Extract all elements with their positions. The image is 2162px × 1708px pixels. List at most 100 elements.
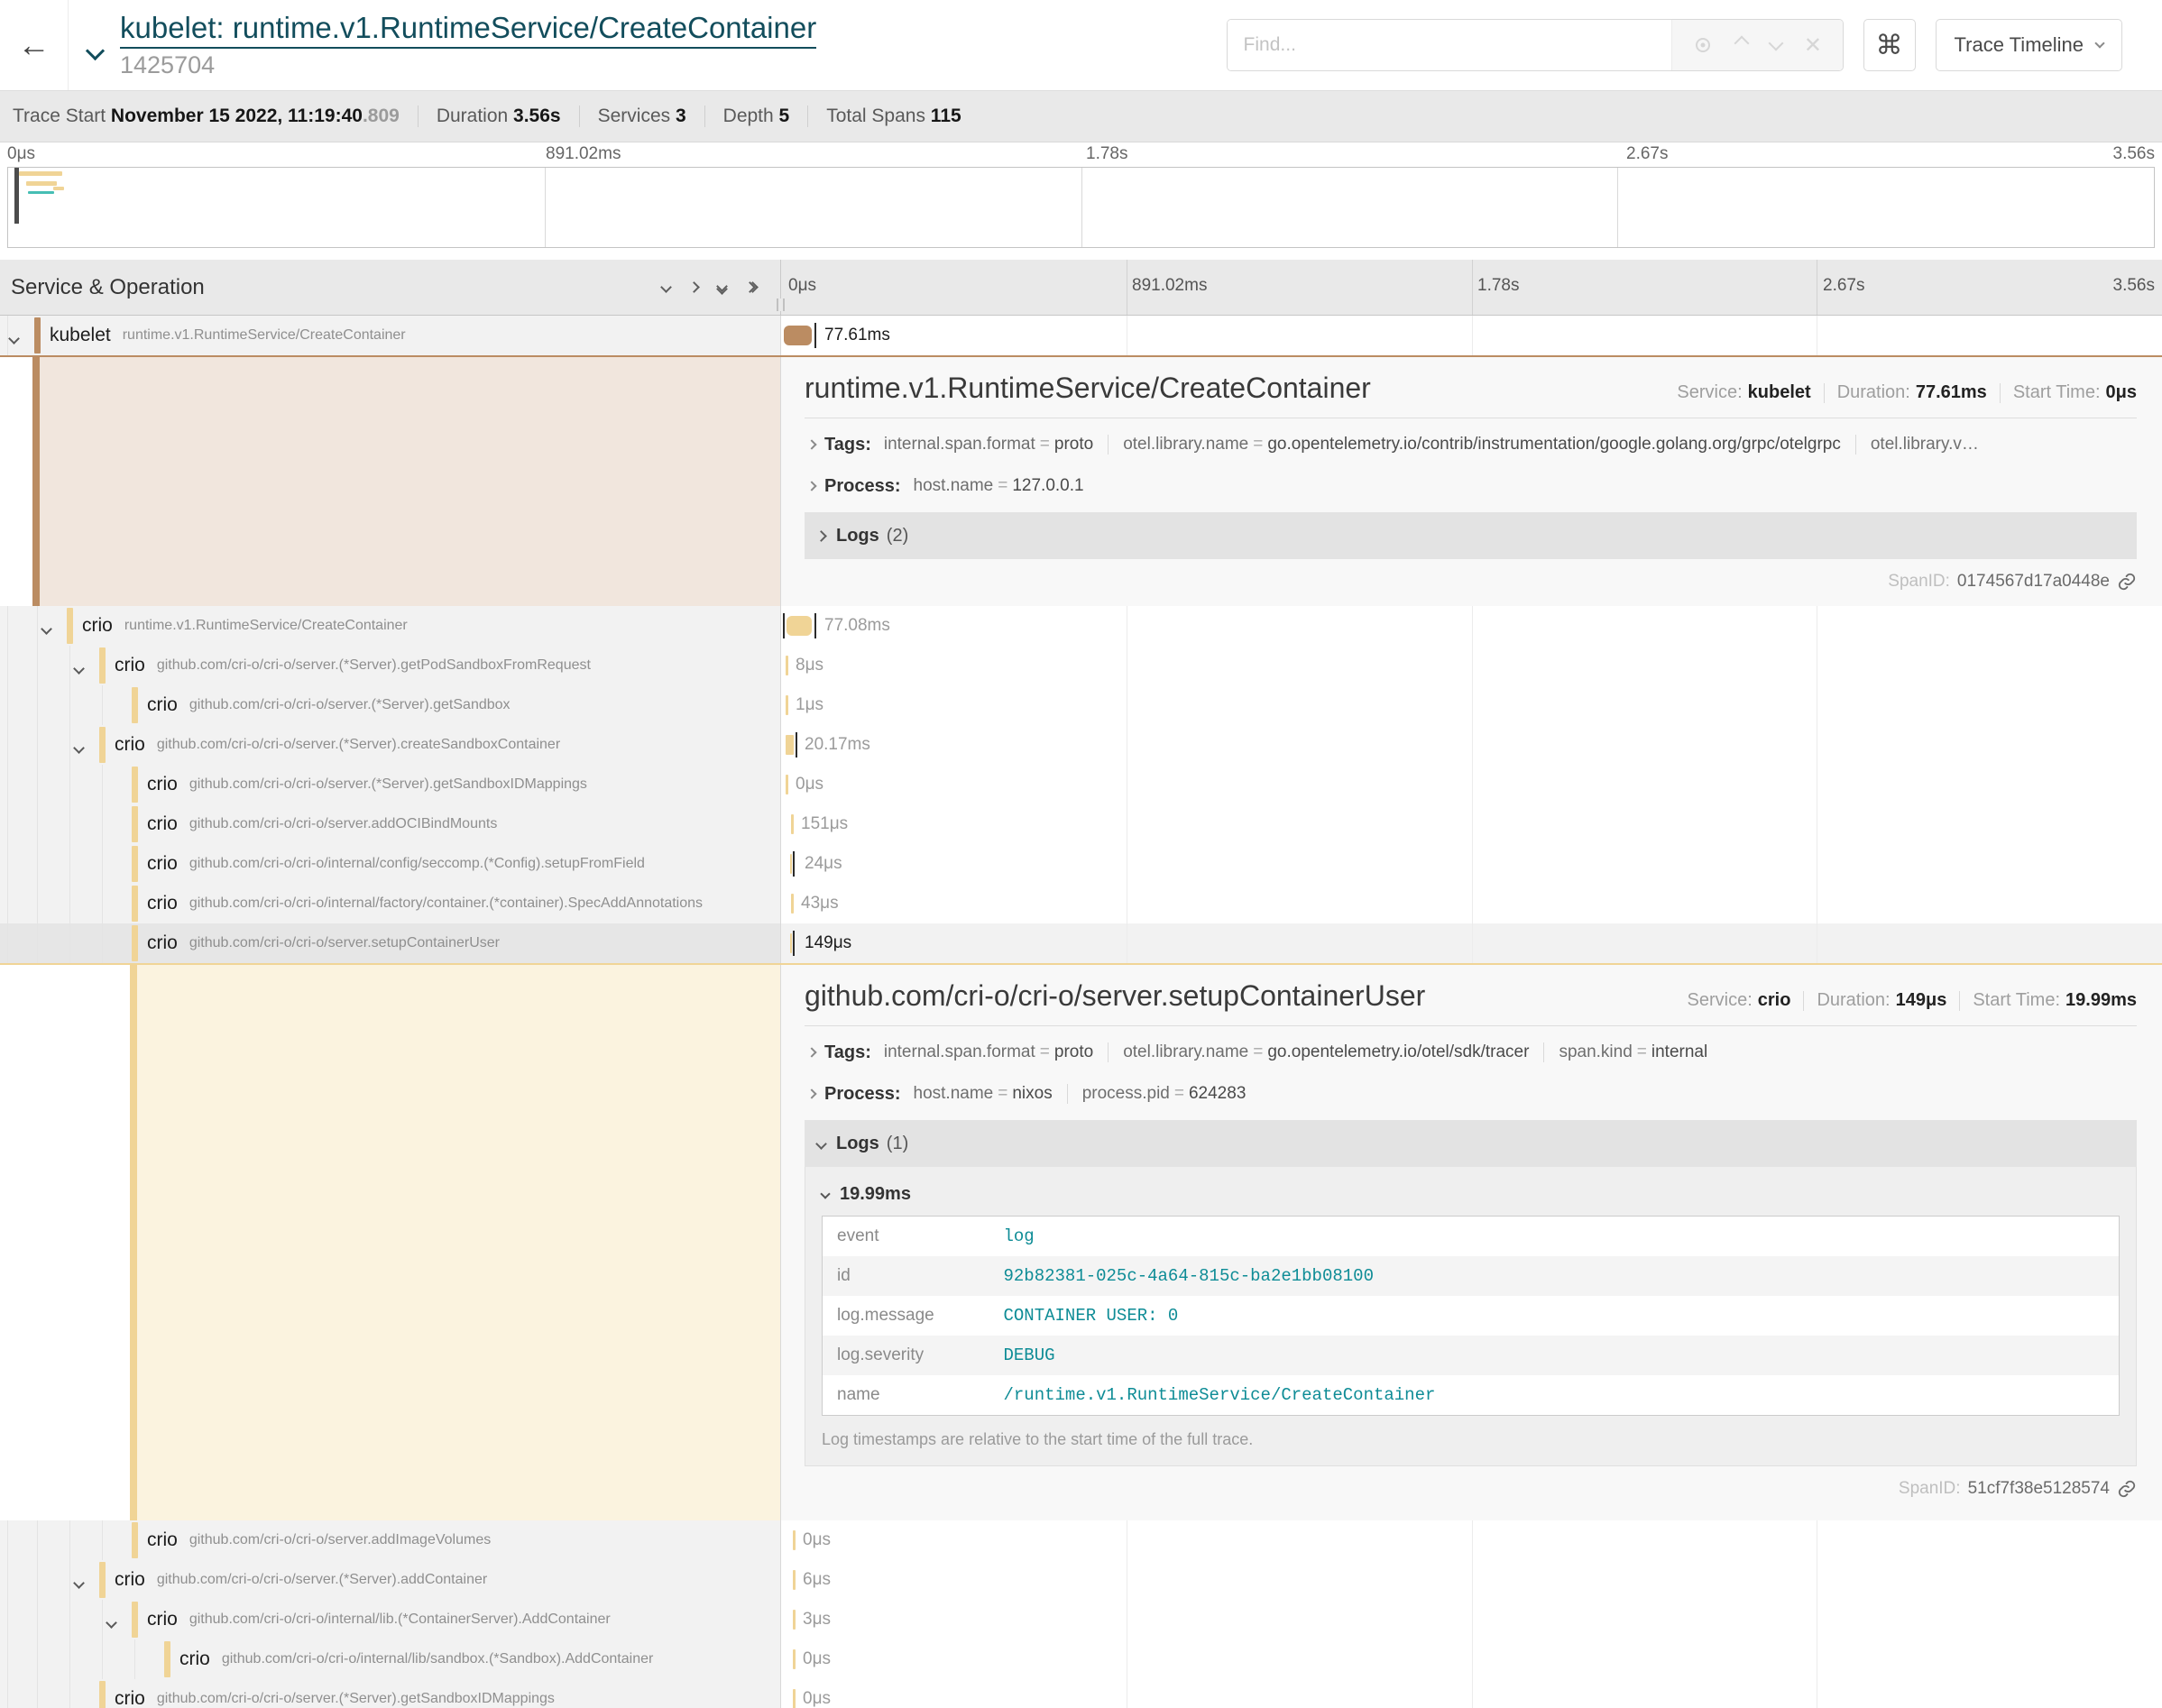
log-field-key: log.severity — [823, 1336, 989, 1375]
span-row-labels: criogithub.com/cri-o/cri-o/server.(*Serv… — [115, 1679, 555, 1708]
summary-value: 5 — [779, 106, 790, 126]
span-expand-toggle[interactable] — [75, 740, 83, 757]
locate-icon[interactable] — [1692, 34, 1714, 56]
timeline-header-left: Service & Operation — [0, 260, 781, 315]
find-next-button[interactable] — [1771, 37, 1781, 53]
log-field-row: log.severityDEBUG — [823, 1336, 2120, 1375]
spanid-value: 0174567d17a0448e — [1957, 572, 2110, 592]
tags-row[interactable]: Tags: internal.span.format=protootel.lib… — [805, 424, 2137, 465]
span-expand-toggle[interactable] — [75, 1575, 83, 1592]
collapse-all-button[interactable] — [718, 282, 726, 293]
keyboard-shortcuts-button[interactable]: ⌘ — [1863, 19, 1916, 71]
chevron-right-icon — [806, 481, 816, 491]
span-expand-toggle[interactable] — [75, 661, 83, 677]
span-row[interactable]: criogithub.com/cri-o/cri-o/server.(*Serv… — [0, 1679, 2162, 1708]
operation-name: github.com/cri-o/cri-o/internal/lib/sand… — [222, 1651, 653, 1667]
tags-row[interactable]: Tags: internal.span.format=protootel.lib… — [805, 1032, 2137, 1073]
span-duration-label: 20.17ms — [805, 735, 870, 755]
trace-collapse-toggle[interactable] — [88, 44, 102, 62]
back-button[interactable]: ← — [0, 0, 69, 90]
span-row[interactable]: criogithub.com/cri-o/cri-o/server.addOCI… — [0, 804, 2162, 844]
span-duration-bar[interactable] — [791, 814, 794, 834]
span-duration-bar[interactable] — [793, 1610, 796, 1630]
span-duration-bar[interactable] — [791, 894, 794, 914]
span-expand-toggle[interactable] — [107, 1615, 115, 1631]
span-row-labels: criogithub.com/cri-o/cri-o/internal/conf… — [147, 844, 645, 884]
process-row[interactable]: Process: host.name=nixosprocess.pid=6242… — [805, 1073, 2137, 1115]
expand-all-button[interactable] — [746, 283, 757, 291]
span-row[interactable]: criogithub.com/cri-o/cri-o/server.(*Serv… — [0, 765, 2162, 804]
span-duration-bar[interactable] — [786, 695, 788, 715]
span-row[interactable]: criogithub.com/cri-o/cri-o/server.(*Serv… — [0, 646, 2162, 685]
timeline-tick-label: 891.02ms — [1132, 276, 1207, 296]
span-duration-bar[interactable] — [784, 326, 812, 345]
span-duration-label: 6μs — [803, 1570, 831, 1590]
span-row[interactable]: criogithub.com/cri-o/cri-o/internal/fact… — [0, 884, 2162, 923]
timeline-gridline — [1472, 260, 1473, 315]
tree-guide-line — [37, 804, 38, 844]
chevron-down-icon — [820, 1189, 830, 1198]
span-row[interactable]: criogithub.com/cri-o/cri-o/internal/lib.… — [0, 1600, 2162, 1639]
span-row[interactable]: kubeletruntime.v1.RuntimeService/CreateC… — [0, 316, 2162, 355]
log-entry-toggle[interactable]: 19.99ms — [822, 1172, 2120, 1216]
logs-toggle[interactable]: Logs (1) — [805, 1120, 2137, 1167]
find-input[interactable] — [1228, 20, 1671, 70]
column-resizer-handle[interactable] — [777, 298, 785, 311]
span-expand-toggle[interactable] — [10, 331, 18, 347]
minimap-drag-handle[interactable] — [14, 168, 19, 224]
tag-item: process.pid=624283 — [1067, 1084, 1261, 1104]
span-detail-meta: Service:kubelet Duration:77.61ms Start T… — [1677, 382, 2137, 403]
find-prev-button[interactable] — [1736, 37, 1747, 53]
span-duration-bar[interactable] — [786, 775, 788, 794]
log-field-key: name — [823, 1375, 989, 1416]
deep-link-icon[interactable] — [2117, 572, 2137, 592]
expand-one-button[interactable] — [690, 283, 698, 291]
span-row[interactable]: criogithub.com/cri-o/cri-o/internal/lib/… — [0, 1639, 2162, 1679]
find-clear-button[interactable]: ✕ — [1804, 32, 1822, 59]
span-duration-bar[interactable] — [793, 1649, 796, 1669]
span-row-left: kubeletruntime.v1.RuntimeService/CreateC… — [0, 316, 781, 355]
span-row[interactable]: criogithub.com/cri-o/cri-o/server.(*Serv… — [0, 725, 2162, 765]
span-row-left: criogithub.com/cri-o/cri-o/server.addOCI… — [0, 804, 781, 844]
tag-value: go.opentelemetry.io/otel/sdk/tracer — [1267, 1042, 1529, 1061]
tree-guide-line — [102, 1520, 103, 1560]
span-row[interactable]: criogithub.com/cri-o/cri-o/server.setupC… — [0, 923, 2162, 963]
span-row[interactable]: criogithub.com/cri-o/cri-o/internal/conf… — [0, 844, 2162, 884]
span-row[interactable]: criogithub.com/cri-o/cri-o/server.(*Serv… — [0, 1560, 2162, 1600]
span-duration-bar[interactable] — [787, 616, 812, 636]
span-row-timeline: 149μs — [781, 923, 2162, 963]
span-duration-bar[interactable] — [793, 1689, 796, 1708]
span-row[interactable]: criogithub.com/cri-o/cri-o/server.addIma… — [0, 1520, 2162, 1560]
tag-equals: = — [1248, 1042, 1267, 1061]
chevron-up-icon — [1734, 36, 1750, 51]
tag-value: nixos — [1012, 1084, 1052, 1103]
logs-count: (2) — [887, 526, 908, 546]
tree-guide-line — [102, 844, 103, 884]
span-expand-toggle[interactable] — [42, 621, 51, 638]
tree-guide-line — [7, 316, 8, 355]
deep-link-icon[interactable] — [2117, 1479, 2137, 1499]
logs-toggle[interactable]: Logs (2) — [805, 512, 2137, 559]
service-operation-header: Service & Operation — [0, 275, 205, 300]
tree-guide-line — [69, 646, 70, 685]
span-duration-bar[interactable] — [793, 1530, 796, 1550]
minimap-canvas[interactable] — [7, 167, 2155, 248]
span-duration-bar[interactable] — [786, 656, 788, 675]
collapse-one-button[interactable] — [662, 283, 670, 291]
span-duration-bar[interactable] — [793, 1570, 796, 1590]
service-color-bar — [132, 806, 138, 842]
span-duration-bar[interactable] — [786, 735, 794, 755]
span-duration-bar[interactable] — [790, 933, 792, 953]
summary-label: Services — [598, 106, 676, 126]
span-row[interactable]: criogithub.com/cri-o/cri-o/server.(*Serv… — [0, 685, 2162, 725]
process-row[interactable]: Process: host.name=127.0.0.1 — [805, 465, 2137, 507]
span-row[interactable]: crioruntime.v1.RuntimeService/CreateCont… — [0, 606, 2162, 646]
span-detail-setupcontaineruser: github.com/cri-o/cri-o/server.setupConta… — [0, 963, 2162, 1520]
tag-item: otel.library.name=go.opentelemetry.io/co… — [1108, 435, 1855, 455]
timeline-gridline — [1472, 725, 1473, 765]
span-duration-label: 77.08ms — [824, 616, 890, 636]
view-dropdown[interactable]: Trace Timeline — [1936, 19, 2122, 71]
trace-title-link[interactable]: kubelet: runtime.v1.RuntimeService/Creat… — [120, 11, 816, 49]
span-duration-bar[interactable] — [790, 854, 792, 874]
timeline-tick-label: 3.56s — [2113, 144, 2155, 164]
